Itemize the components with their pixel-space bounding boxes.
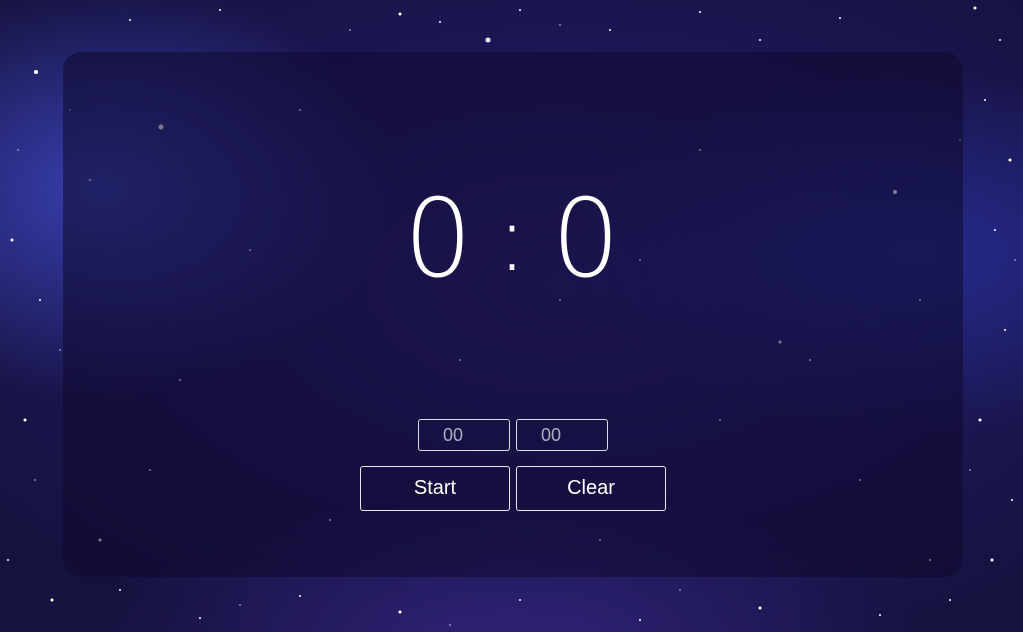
minutes-input[interactable] xyxy=(418,419,510,451)
clear-button[interactable]: Clear xyxy=(516,466,666,511)
timer-display: 0:0 xyxy=(63,180,963,305)
seconds-input[interactable] xyxy=(516,419,608,451)
timer-separator: : xyxy=(496,185,530,292)
time-inputs xyxy=(418,419,608,451)
timer-minutes: 0 xyxy=(403,177,475,302)
start-button[interactable]: Start xyxy=(360,466,510,511)
timer-seconds: 0 xyxy=(551,177,623,302)
timer-controls: Start Clear xyxy=(360,466,666,511)
